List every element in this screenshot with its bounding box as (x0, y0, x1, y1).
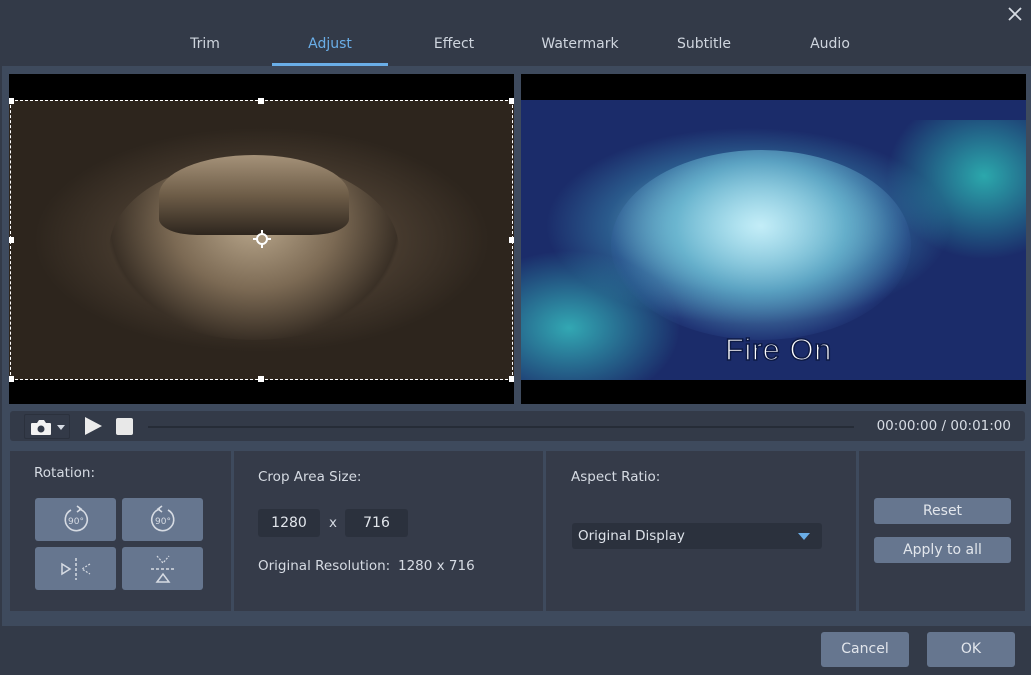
rotate-clockwise-button[interactable]: 90° (35, 498, 116, 541)
crop-handle-left[interactable] (9, 237, 14, 243)
crop-handle-bottom-right[interactable] (509, 376, 514, 382)
tab-bar: Trim Adjust Effect Watermark Subtitle Au… (0, 28, 1031, 66)
progress-slider[interactable] (148, 426, 854, 428)
dropdown-arrow-icon (798, 533, 810, 540)
crop-width-input[interactable]: 1280 (258, 509, 320, 537)
chevron-down-icon (57, 425, 65, 430)
stop-button[interactable] (116, 418, 133, 435)
crop-area-size-label: Crop Area Size: (258, 469, 362, 485)
crop-handle-bottom[interactable] (258, 376, 264, 382)
play-button[interactable] (83, 416, 103, 436)
tab-effect[interactable]: Effect (396, 36, 512, 66)
crop-center-crosshair-icon[interactable] (253, 230, 271, 248)
cancel-button[interactable]: Cancel (821, 632, 909, 667)
aspect-ratio-label: Aspect Ratio: (571, 469, 661, 485)
aspect-ratio-select[interactable]: Original Display (572, 523, 822, 549)
flip-vertical-icon (150, 555, 175, 583)
snapshot-button[interactable] (24, 414, 70, 439)
svg-text:90°: 90° (155, 517, 171, 527)
reset-button[interactable]: Reset (874, 498, 1011, 524)
apply-to-all-button[interactable]: Apply to all (874, 537, 1011, 563)
rotation-panel: Rotation: 90° 90° (10, 451, 231, 611)
output-preview: Fire On (521, 74, 1026, 404)
crop-handle-top-right[interactable] (509, 98, 514, 104)
rotation-label: Rotation: (34, 465, 96, 481)
flip-vertical-button[interactable] (122, 547, 203, 590)
crop-panel: Crop Area Size: 1280 x 716 Original Reso… (234, 451, 543, 611)
burner-image (611, 150, 911, 340)
crop-height-input[interactable]: 716 (345, 509, 408, 537)
crop-size-separator: x (329, 515, 337, 531)
rotate-clockwise-90-icon: 90° (64, 504, 88, 531)
output-video-frame: Fire On (521, 100, 1026, 380)
close-icon (1008, 7, 1022, 21)
ok-button[interactable]: OK (927, 632, 1015, 667)
time-display: 00:00:00 / 00:01:00 (876, 418, 1011, 434)
svg-text:90°: 90° (68, 517, 84, 527)
aspect-ratio-value: Original Display (578, 528, 685, 544)
aspect-ratio-panel: Aspect Ratio: Original Display (546, 451, 856, 611)
crop-handle-top-left[interactable] (9, 98, 14, 104)
tab-audio[interactable]: Audio (772, 36, 888, 66)
original-resolution-value: 1280 x 716 (398, 558, 475, 574)
rotate-counterclockwise-90-icon: 90° (150, 504, 174, 531)
camera-icon (31, 420, 51, 435)
subtitle-overlay: Fire On (724, 331, 832, 368)
flip-horizontal-button[interactable] (35, 547, 116, 590)
original-preview (9, 74, 514, 404)
tab-trim[interactable]: Trim (147, 36, 263, 66)
rotate-counterclockwise-button[interactable]: 90° (122, 498, 203, 541)
close-button[interactable] (1005, 4, 1025, 24)
tab-subtitle[interactable]: Subtitle (646, 36, 762, 66)
playback-bar: 00:00:00 / 00:01:00 (10, 411, 1025, 441)
crop-handle-right[interactable] (509, 237, 514, 243)
actions-panel: Reset Apply to all (859, 451, 1025, 611)
original-resolution-label: Original Resolution: (258, 558, 391, 574)
tab-adjust[interactable]: Adjust (272, 36, 388, 66)
crop-handle-bottom-left[interactable] (9, 376, 14, 382)
flip-horizontal-icon (60, 557, 90, 580)
play-icon (85, 417, 102, 435)
tab-watermark[interactable]: Watermark (522, 36, 638, 66)
crop-handle-top[interactable] (258, 98, 264, 104)
